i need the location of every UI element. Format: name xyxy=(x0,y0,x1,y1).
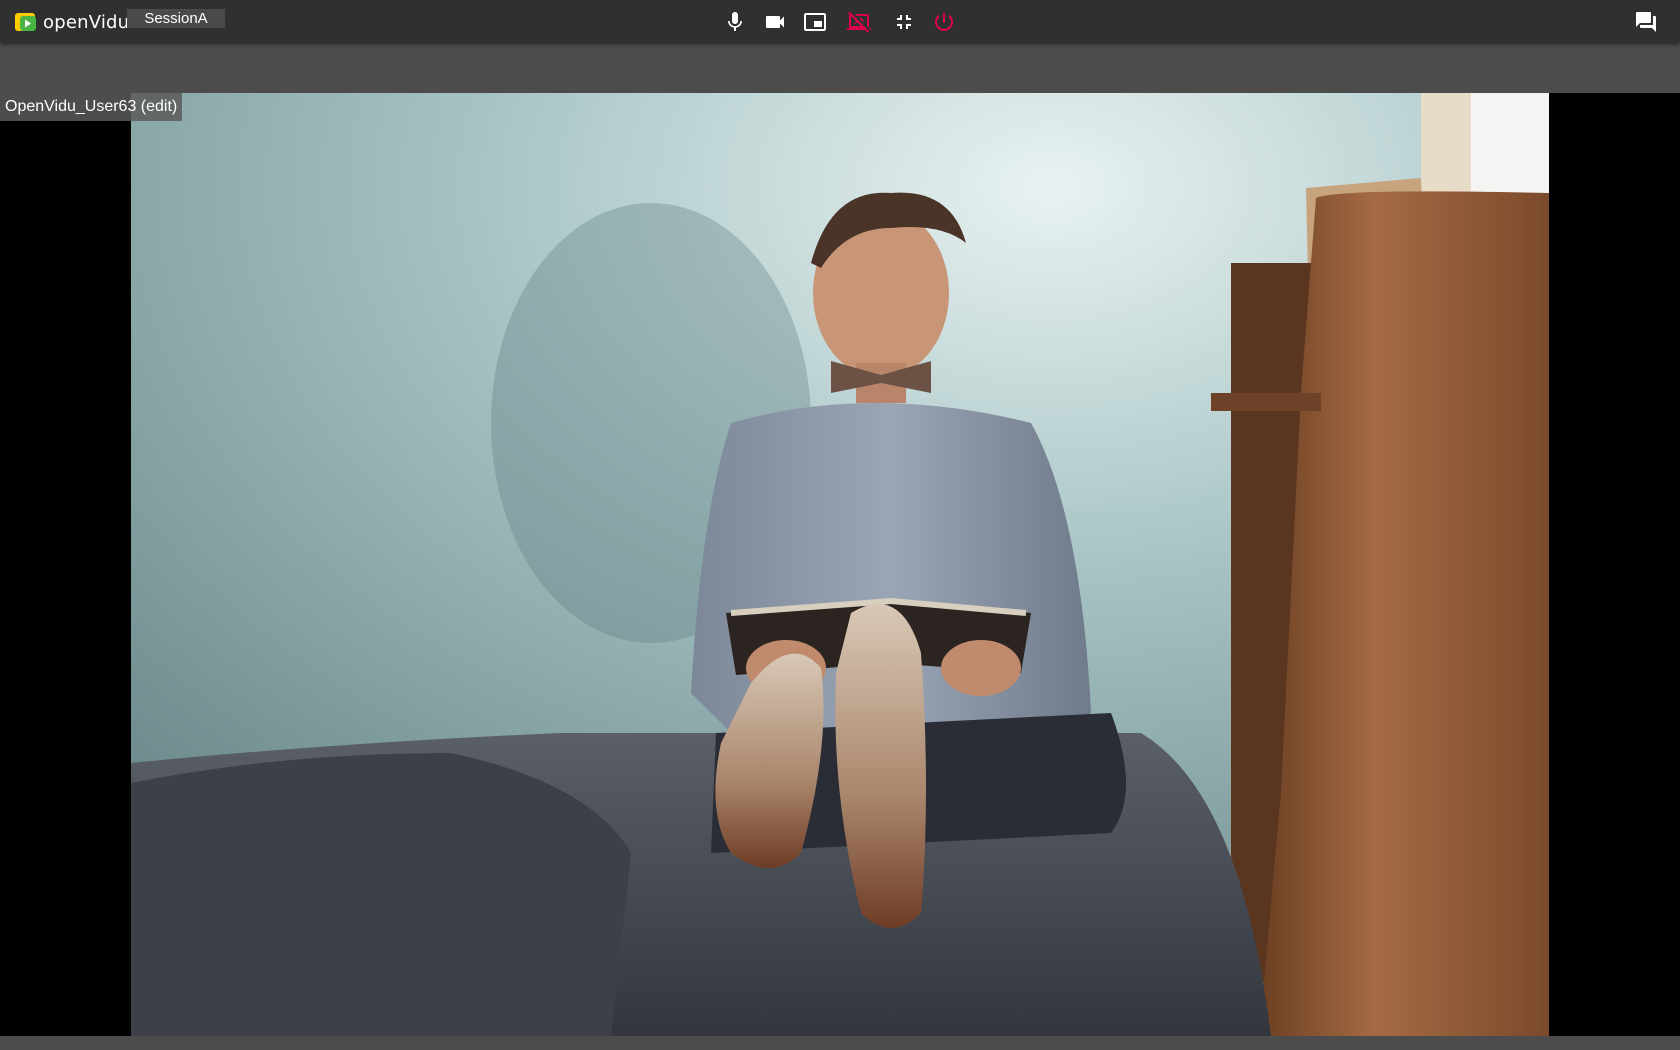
openvidu-logo-icon xyxy=(15,13,36,31)
video-frame-image xyxy=(131,93,1549,1036)
video-area: OpenVidu_User63 (edit) xyxy=(0,93,1680,1036)
leave-session-button[interactable] xyxy=(930,8,958,36)
fullscreen-exit-icon xyxy=(897,15,911,29)
participant-nickname[interactable]: OpenVidu_User63 (edit) xyxy=(0,93,183,121)
remote-video-stream xyxy=(131,93,1549,1036)
screen-share-button[interactable] xyxy=(801,8,829,36)
camera-button[interactable] xyxy=(761,8,789,36)
mic-button[interactable] xyxy=(721,8,749,36)
chat-icon xyxy=(1636,12,1656,32)
secondary-bar xyxy=(0,42,1680,93)
stop-screen-share-button[interactable] xyxy=(845,8,873,36)
bottom-bar xyxy=(0,1036,1680,1050)
power-icon xyxy=(935,13,953,31)
chat-button[interactable] xyxy=(1632,8,1660,36)
videocam-icon xyxy=(766,16,784,28)
logo-text: openVidu xyxy=(43,11,130,33)
openvidu-logo: openVidu xyxy=(15,11,129,33)
picture-in-picture-icon xyxy=(804,13,826,31)
session-name: SessionA xyxy=(127,9,225,28)
microphone-icon xyxy=(728,12,742,31)
screen-share-off-icon xyxy=(847,11,871,33)
top-toolbar: openVidu SessionA xyxy=(0,0,1680,42)
exit-fullscreen-button[interactable] xyxy=(890,8,918,36)
